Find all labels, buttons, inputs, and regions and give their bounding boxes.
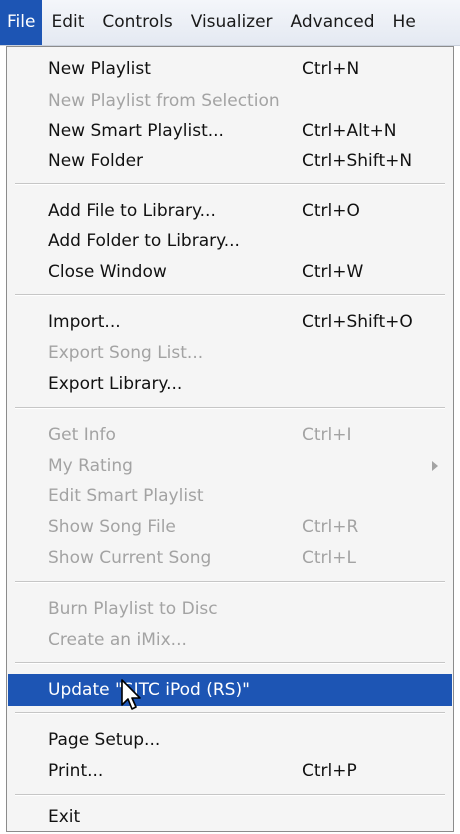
- menu-separator: [15, 794, 445, 796]
- menu-item-new-playlist[interactable]: New Playlist Ctrl+N: [8, 53, 452, 85]
- menu-item-label: Export Song List...: [48, 343, 204, 363]
- menu-bar: File Edit Controls Visualizer Advanced H…: [0, 0, 460, 46]
- menu-item-label: New Playlist: [48, 59, 151, 79]
- menu-item-page-setup[interactable]: Page Setup...: [8, 724, 452, 756]
- menu-item-shortcut: Ctrl+Alt+N: [302, 121, 397, 141]
- menu-visualizer[interactable]: Visualizer: [182, 0, 282, 45]
- menu-item-create-an-imix: Create an iMix...: [8, 624, 452, 656]
- file-menu-dropdown: New Playlist Ctrl+N New Playlist from Se…: [6, 46, 454, 832]
- menu-item-new-folder[interactable]: New Folder Ctrl+Shift+N: [8, 145, 452, 177]
- menu-help[interactable]: He: [384, 0, 425, 45]
- menu-item-shortcut: Ctrl+Shift+O: [302, 312, 413, 332]
- menu-item-export-song-list: Export Song List...: [8, 337, 452, 369]
- menu-item-label: Show Song File: [48, 517, 176, 537]
- menu-item-new-smart-playlist[interactable]: New Smart Playlist... Ctrl+Alt+N: [8, 115, 452, 147]
- menu-file[interactable]: File: [0, 0, 43, 45]
- menu-item-label: Print...: [48, 761, 104, 781]
- menu-item-print[interactable]: Print... Ctrl+P: [8, 755, 452, 787]
- menu-item-label: Close Window: [48, 262, 167, 282]
- menu-separator: [15, 712, 445, 714]
- menu-item-label: Export Library...: [48, 374, 183, 394]
- menu-separator: [15, 407, 445, 409]
- menu-item-label: Show Current Song: [48, 548, 212, 568]
- menu-item-label: Burn Playlist to Disc: [48, 599, 218, 619]
- menu-item-shortcut: Ctrl+P: [302, 761, 357, 781]
- menu-item-close-window[interactable]: Close Window Ctrl+W: [8, 256, 452, 288]
- menu-item-label: Update "SITC iPod (RS)": [48, 680, 250, 700]
- menu-item-label: Add Folder to Library...: [48, 231, 240, 251]
- menu-item-label: My Rating: [48, 456, 133, 476]
- menu-item-add-folder-to-library[interactable]: Add Folder to Library...: [8, 225, 452, 257]
- menu-item-exit[interactable]: Exit: [8, 801, 452, 833]
- menu-separator: [15, 581, 445, 583]
- menu-item-label: Edit Smart Playlist: [48, 486, 204, 506]
- menu-item-label: New Folder: [48, 151, 144, 171]
- menu-separator: [15, 183, 445, 185]
- menu-item-add-file-to-library[interactable]: Add File to Library... Ctrl+O: [8, 195, 452, 227]
- menu-controls[interactable]: Controls: [93, 0, 181, 45]
- menu-item-show-song-file: Show Song File Ctrl+R: [8, 511, 452, 543]
- menu-item-update-ipod[interactable]: Update "SITC iPod (RS)": [8, 674, 452, 706]
- menu-item-label: Page Setup...: [48, 730, 161, 750]
- menu-item-shortcut: Ctrl+L: [302, 548, 356, 568]
- menu-item-shortcut: Ctrl+Shift+N: [302, 151, 413, 171]
- menu-advanced[interactable]: Advanced: [282, 0, 384, 45]
- menu-item-edit-smart-playlist: Edit Smart Playlist: [8, 480, 452, 512]
- menu-item-show-current-song: Show Current Song Ctrl+L: [8, 542, 452, 574]
- menu-separator: [15, 294, 445, 296]
- menu-item-new-playlist-from-selection: New Playlist from Selection: [8, 85, 452, 117]
- menu-edit[interactable]: Edit: [42, 0, 93, 45]
- menu-item-shortcut: Ctrl+W: [302, 262, 364, 282]
- menu-separator: [15, 662, 445, 664]
- menu-item-label: Get Info: [48, 425, 116, 445]
- menu-item-label: Import...: [48, 312, 121, 332]
- menu-item-label: New Playlist from Selection: [48, 91, 280, 111]
- menu-item-shortcut: Ctrl+R: [302, 517, 359, 537]
- menu-item-my-rating: My Rating: [8, 450, 452, 482]
- menu-item-label: Exit: [48, 807, 81, 827]
- itunes-window: File Edit Controls Visualizer Advanced H…: [0, 0, 460, 834]
- menu-item-label: New Smart Playlist...: [48, 121, 224, 141]
- menu-item-shortcut: Ctrl+O: [302, 201, 360, 221]
- menu-item-label: Add File to Library...: [48, 201, 216, 221]
- menu-item-burn-playlist-to-disc: Burn Playlist to Disc: [8, 593, 452, 625]
- menu-item-import[interactable]: Import... Ctrl+Shift+O: [8, 306, 452, 338]
- menu-item-shortcut: Ctrl+I: [302, 425, 352, 445]
- menu-item-get-info: Get Info Ctrl+I: [8, 419, 452, 451]
- menu-item-export-library[interactable]: Export Library...: [8, 368, 452, 400]
- menu-item-shortcut: Ctrl+N: [302, 59, 360, 79]
- mouse-pointer-icon: [121, 679, 141, 710]
- chevron-right-icon: [432, 461, 438, 471]
- menu-item-label: Create an iMix...: [48, 630, 187, 650]
